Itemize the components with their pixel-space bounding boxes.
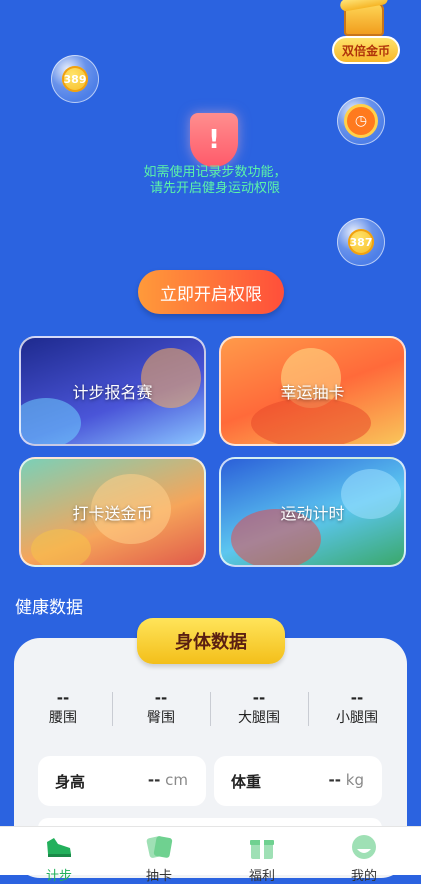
nav-item-cards[interactable]: 抽卡 — [117, 833, 201, 884]
permission-warning-text: 如需使用记录步数功能， 请先开启健身运动权限 — [125, 165, 305, 197]
coin-bubble-right[interactable]: 387 — [337, 218, 385, 266]
card-checkin-coins[interactable]: 打卡送金币 — [19, 457, 206, 567]
nav-label: 福利 — [248, 869, 275, 884]
card-sport-timer[interactable]: 运动计时 — [219, 457, 406, 567]
weight-field[interactable]: 体重 -- kg — [214, 756, 382, 806]
measure-label: 小腿围 — [336, 710, 378, 726]
weight-label: 体重 — [231, 773, 262, 791]
nav-item-mine[interactable]: 我的 — [322, 833, 406, 884]
gift-icon — [247, 833, 277, 861]
double-coin-label: 双倍金币 — [332, 36, 400, 64]
height-field[interactable]: 身高 -- cm — [38, 756, 206, 806]
nav-label: 计步 — [45, 869, 72, 884]
shield-warning-icon: ! — [190, 113, 238, 167]
measure-label: 大腿围 — [238, 710, 280, 726]
warning-line-2: 请先开启健身运动权限 — [149, 181, 280, 196]
profile-icon — [349, 833, 379, 861]
alarm-clock-icon: ◷ — [344, 104, 378, 138]
nav-item-welfare[interactable]: 福利 — [220, 833, 304, 884]
measure-value: -- — [252, 689, 266, 707]
nav-item-steps[interactable]: 计步 — [17, 833, 101, 884]
measure-value: -- — [350, 689, 364, 707]
measure-value: -- — [154, 689, 168, 707]
double-coin-widget[interactable]: 双倍金币 — [330, 2, 400, 64]
measure-label: 臀围 — [147, 710, 175, 726]
cards-icon — [144, 833, 174, 861]
card-label: 打卡送金币 — [72, 504, 153, 523]
card-label: 运动计时 — [280, 504, 345, 523]
coin-icon: 387 — [348, 229, 374, 255]
alarm-bubble[interactable]: ◷ — [337, 97, 385, 145]
treasure-chest-icon — [344, 2, 384, 36]
nav-label: 抽卡 — [145, 869, 172, 884]
open-permission-button[interactable]: 立即开启权限 — [138, 270, 284, 314]
measure-calf[interactable]: -- 小腿围 — [308, 690, 406, 728]
coin-icon: 389 — [62, 66, 88, 92]
weight-value: -- kg — [328, 771, 364, 789]
card-lucky-draw[interactable]: 幸运抽卡 — [219, 336, 406, 446]
card-label: 计步报名赛 — [72, 383, 153, 402]
height-label: 身高 — [55, 773, 86, 791]
section-title: 健康数据 — [15, 598, 83, 618]
measure-label: 腰围 — [49, 710, 77, 726]
measure-thigh[interactable]: -- 大腿围 — [210, 690, 308, 728]
measure-waist[interactable]: -- 腰围 — [14, 690, 112, 728]
card-step-competition[interactable]: 计步报名赛 — [19, 336, 206, 446]
bottom-nav: 计步 抽卡 福利 我的 — [0, 826, 421, 884]
shoe-icon — [44, 833, 74, 861]
body-data-tab[interactable]: 身体数据 — [137, 618, 285, 664]
measure-hip[interactable]: -- 臀围 — [112, 690, 210, 728]
measure-value: -- — [56, 689, 70, 707]
height-value: -- cm — [147, 771, 188, 789]
nav-label: 我的 — [350, 869, 377, 884]
warning-line-1: 如需使用记录步数功能， — [143, 165, 287, 180]
card-label: 幸运抽卡 — [280, 383, 345, 402]
coin-bubble-left[interactable]: 389 — [51, 55, 99, 103]
